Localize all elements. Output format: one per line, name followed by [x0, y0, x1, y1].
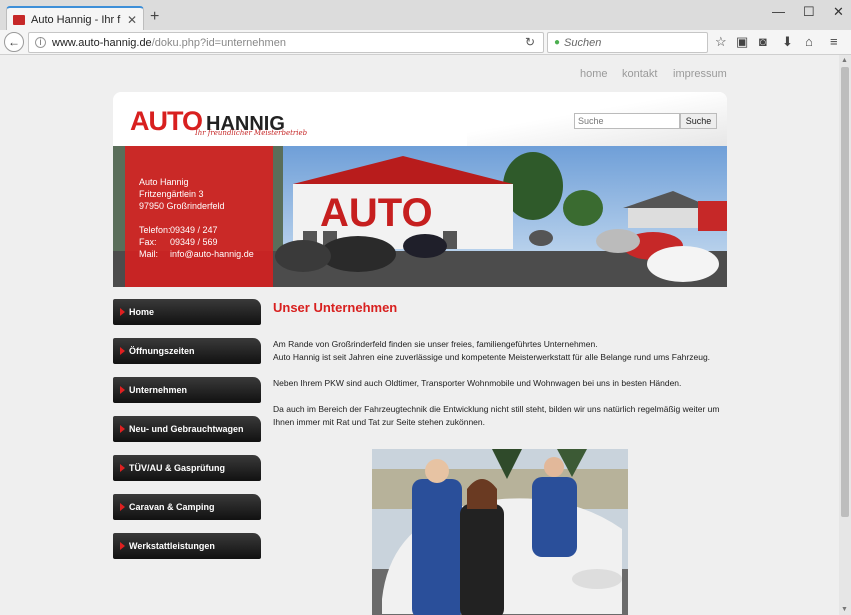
- logo-tagline: Ihr freundlicher Meisterbetrieb: [195, 129, 308, 137]
- browser-titlebar: Auto Hannig - Ihr freundli... ✕ + — ☐ ✕: [0, 0, 851, 31]
- new-tab-icon[interactable]: +: [150, 9, 159, 25]
- menu-item-unternehmen[interactable]: Unternehmen: [113, 377, 261, 403]
- topnav-kontakt-link[interactable]: kontakt: [622, 68, 657, 80]
- page-viewport: home kontakt impressum AUTO HANNIG Ihr f…: [0, 55, 839, 615]
- phone-label: Telefon:: [139, 225, 171, 235]
- pocket-icon[interactable]: ◙: [759, 35, 767, 48]
- sidebar-menu: Home Öffnungszeiten Unternehmen Neu- und…: [113, 299, 261, 572]
- browser-tab[interactable]: Auto Hannig - Ihr freundli... ✕: [6, 6, 144, 31]
- menu-item-oeffnungszeiten[interactable]: Öffnungszeiten: [113, 338, 261, 364]
- training-paragraph: Da auch im Bereich der Fahrzeugtechnik d…: [273, 404, 720, 427]
- download-icon[interactable]: ⬇: [782, 35, 793, 48]
- browser-toolbar: ← i www.auto-hannig.de/doku.php?id=unter…: [0, 30, 851, 55]
- banner-auto-sign: AUTO: [320, 191, 433, 235]
- intro-paragraph: Am Rande von Großrinderfeld finden sie u…: [273, 338, 723, 364]
- contact-street: Fritzengärtlein 3: [139, 189, 204, 199]
- mail-label: Mail:: [139, 249, 159, 259]
- minimize-icon[interactable]: —: [772, 5, 785, 18]
- contact-city: 97950 Großrinderfeld: [139, 201, 225, 211]
- fax-label: Fax:: [139, 237, 157, 247]
- logo-auto: AUTO: [130, 106, 203, 136]
- services-paragraph: Neben Ihrem PKW sind auch Oldtimer, Tran…: [273, 378, 682, 388]
- bookmark-star-icon[interactable]: ☆: [715, 35, 727, 48]
- site-search-input[interactable]: Suche: [574, 113, 680, 129]
- menu-item-tuev-au[interactable]: TÜV/AU & Gasprüfung: [113, 455, 261, 481]
- site-search-button[interactable]: Suche: [680, 113, 717, 129]
- home-icon[interactable]: ⌂: [805, 35, 813, 48]
- site-favicon-icon: [13, 14, 25, 25]
- contact-name: Auto Hannig: [139, 177, 189, 187]
- scroll-thumb[interactable]: [841, 67, 849, 517]
- menu-item-home[interactable]: Home: [113, 299, 261, 325]
- topnav-impressum-link[interactable]: impressum: [673, 68, 727, 80]
- url-host: www.auto-hannig.de: [52, 36, 152, 49]
- site-header: AUTO HANNIG Ihr freundlicher Meisterbetr…: [113, 92, 727, 147]
- scroll-up-arrow-icon[interactable]: ▲: [841, 57, 848, 64]
- menu-item-caravan-camping[interactable]: Caravan & Camping: [113, 494, 261, 520]
- close-window-icon[interactable]: ✕: [833, 5, 844, 18]
- fax-value: 09349 / 569: [170, 237, 218, 247]
- intro-line-2: Auto Hannig ist seit Jahren eine zuverlä…: [273, 352, 711, 362]
- url-path: /doku.php?id=unternehmen: [151, 36, 286, 49]
- browser-search-input[interactable]: ● Suchen: [547, 32, 708, 53]
- menu-item-werkstattleistungen[interactable]: Werkstattleistungen: [113, 533, 261, 559]
- close-tab-icon[interactable]: ✕: [127, 14, 137, 26]
- topnav-home-link[interactable]: home: [580, 68, 608, 80]
- tab-title: Auto Hannig - Ihr freundli...: [31, 13, 121, 26]
- page-scrollbar[interactable]: ▲ ▼: [839, 55, 851, 615]
- reload-icon[interactable]: ↻: [525, 35, 535, 49]
- mail-link[interactable]: info@auto-hannig.de: [170, 248, 254, 260]
- reading-list-icon[interactable]: ▣: [736, 35, 748, 48]
- contact-box: Auto Hannig Fritzengärtlein 3 97950 Groß…: [125, 146, 273, 287]
- main-content: Unser Unternehmen Am Rande von Großrinde…: [273, 300, 723, 429]
- menu-item-neu-gebrauchtwagen[interactable]: Neu- und Gebrauchtwagen: [113, 416, 261, 442]
- intro-line-1: Am Rande von Großrinderfeld finden sie u…: [273, 339, 598, 349]
- header-banner: AUTO Auto Hannig Fritzengärtlein 3 97950…: [113, 146, 727, 287]
- page-title: Unser Unternehmen: [273, 300, 398, 315]
- scroll-down-arrow-icon[interactable]: ▼: [841, 606, 848, 613]
- back-arrow-icon[interactable]: ←: [4, 32, 24, 52]
- menu-hamburger-icon[interactable]: ≡: [830, 35, 838, 48]
- team-photo: [372, 449, 628, 615]
- phone-value: 09349 / 247: [170, 225, 218, 235]
- search-engine-icon: ●: [554, 37, 561, 48]
- browser-search-placeholder: Suchen: [564, 36, 602, 49]
- maximize-icon[interactable]: ☐: [803, 5, 815, 18]
- info-icon[interactable]: i: [35, 37, 46, 48]
- address-bar[interactable]: i www.auto-hannig.de/doku.php?id=unterne…: [28, 32, 544, 53]
